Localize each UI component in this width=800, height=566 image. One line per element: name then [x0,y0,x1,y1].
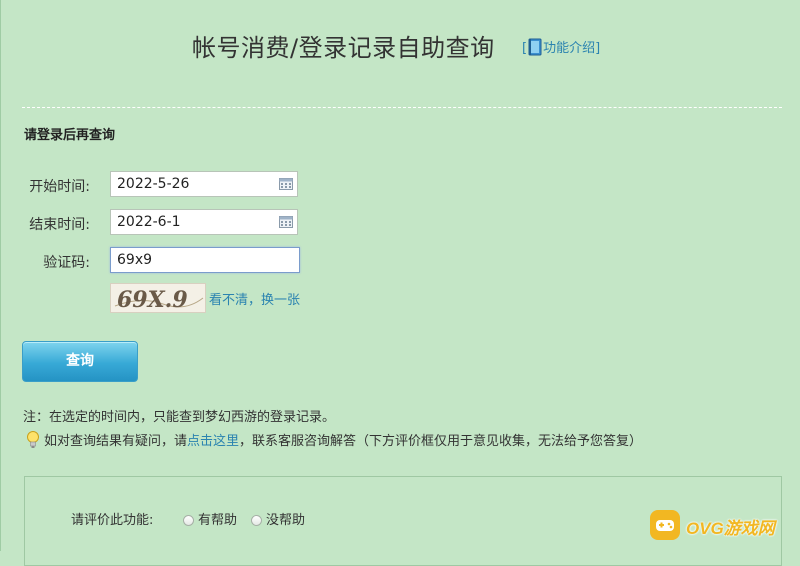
radio-helpful[interactable] [183,515,194,526]
header-divider [22,107,782,108]
rating-option-not-helpful[interactable]: 没帮助 [251,509,305,528]
lightbulb-icon [27,431,39,448]
radio-not-helpful[interactable] [251,515,262,526]
query-button[interactable]: 查询 [22,341,138,382]
start-time-label: 开始时间: [29,179,90,195]
page-left-border [0,0,1,551]
watermark-text: OVG游戏网 [686,519,775,538]
rating-option-helpful-label: 有帮助 [198,513,238,528]
help-link[interactable]: [ 功能介绍] [522,37,600,56]
support-tip: 如对查询结果有疑问，请点击这里，联系客服咨询解答（下方评价框仅用于意见收集，无法… [26,430,642,449]
captcha-input-value: 69x9 [117,252,153,268]
rating-label: 请评价此功能: [71,513,154,528]
page-title: 帐号消费/登录记录自助查询 [192,34,495,62]
support-tip-text: 如对查询结果有疑问，请 [44,434,188,449]
login-prompt: 请登录后再查询 [24,128,116,143]
watermark: OVG游戏网 [650,508,800,544]
gamepad-icon [650,510,680,540]
header: 帐号消费/登录记录自助查询 [ 功能介绍] [0,28,800,68]
scope-note: 注：在选定的时间内，只能查到梦幻西游的登录记录。 [23,410,336,425]
end-time-field[interactable]: 2022-6-1 [110,209,298,235]
start-time-field[interactable]: 2022-5-26 [110,171,298,197]
captcha-image[interactable]: 69X.9 [110,283,206,313]
captcha-image-text: 69X.9 [117,287,188,313]
start-time-value: 2022-5-26 [117,176,190,192]
support-tip-suffix: ，联系客服咨询解答（下方评价框仅用于意见收集，无法给予您答复） [239,434,643,449]
rating-option-helpful[interactable]: 有帮助 [183,509,237,528]
end-time-label: 结束时间: [29,217,90,233]
captcha-image-graphic: 69X.9 [114,287,204,313]
captcha-label: 验证码: [43,255,90,271]
contact-support-link[interactable]: 点击这里 [187,434,239,449]
rating-option-not-helpful-label: 没帮助 [266,513,306,528]
end-time-value: 2022-6-1 [117,214,181,230]
book-icon [528,38,542,56]
refresh-captcha-link[interactable]: 看不清，换一张 [209,289,300,308]
calendar-icon[interactable] [279,216,293,228]
calendar-icon[interactable] [279,178,293,190]
captcha-input[interactable]: 69x9 [110,247,300,273]
help-link-label: 功能介绍 [543,41,596,56]
